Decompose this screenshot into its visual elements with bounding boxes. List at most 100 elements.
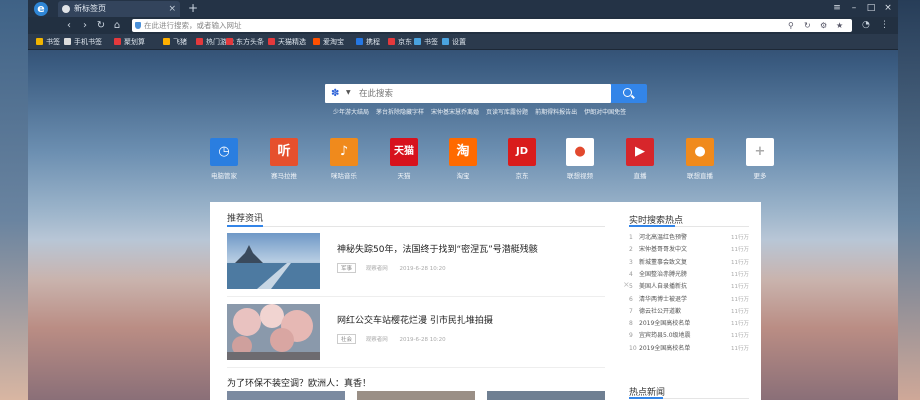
bookmark-item[interactable]: 手机书签 [64,34,102,50]
hot-search-text[interactable]: 德云社公开道歉 [639,308,681,315]
pc-manager-icon[interactable]: ◷ [210,138,238,166]
quick-site-item[interactable]: ▶ 直播 [612,138,668,180]
hot-search-item[interactable]: 8 2019全国高校名单 11行万 [629,318,749,330]
history-icon[interactable]: ◔ [862,17,870,34]
hot-search-text[interactable]: 河北高温红色预警 [639,234,687,241]
news-item[interactable]: 网红公交车站樱花烂漫 引市民扎堆拍摄 社会 观察者网 2019-6-28 10:… [227,304,605,362]
home-button[interactable]: ⌂ [110,17,124,34]
news-title[interactable]: 为了环保不装空调？欧洲人：真香！ [227,376,371,389]
hot-word-link[interactable]: 宋仲基宋慧乔离婚 [431,109,479,116]
quick-site-item[interactable]: ◷ 电脑管家 [196,138,252,180]
bookmark-item[interactable]: 东方头条 [226,34,264,50]
bookmark-item[interactable]: 书签 [414,34,438,50]
tab-new-tab[interactable]: 新标签页 × [58,1,180,17]
bookmark-item[interactable]: 聚划算 [114,34,145,50]
listen-app-icon[interactable]: 听 [270,138,298,166]
quick-site-item[interactable]: 天猫 天猫 [376,138,432,180]
hot-search-item[interactable]: 7 德云社公开道歉 11行万 [629,306,749,318]
search-button[interactable] [611,84,647,103]
hot-search-text[interactable]: 2019全国高校名单 [639,320,690,327]
hot-search-item[interactable]: 6 清华两博士被退学 11行万 [629,294,749,306]
hot-search-count: 11行万 [731,271,749,278]
address-bar[interactable]: 在此进行搜索，或者输入网址 ⚲ ↻ ⚙ ★ [132,19,852,32]
hot-word-link[interactable]: 伊朗对中国免签 [584,109,626,116]
quick-site-label: 联想视频 [567,172,593,180]
quick-site-item[interactable]: 淘淘宝 [435,138,491,180]
quick-site-item[interactable]: ● 联想视频 [552,138,608,180]
live-play-icon[interactable]: ▶ [626,138,654,166]
hot-search-text[interactable]: 宋仲基哥哥发中文 [639,246,687,253]
news-item[interactable]: 神秘失踪50年，法国终于找到“密涅瓦”号潜艇残骸 军事 观察者网 2019-6-… [227,233,605,291]
bookmark-label: 飞猪 [173,38,187,46]
news-title[interactable]: 神秘失踪50年，法国终于找到“密涅瓦”号潜艇残骸 [337,242,538,255]
bookmark-icon [356,38,363,45]
bookmark-item[interactable]: 设置 [442,34,466,50]
hot-word-link[interactable]: 前期得料报告出 [535,109,577,116]
tmall-icon[interactable]: 天猫 [390,138,418,166]
star-icon[interactable]: ★ [836,19,843,32]
news-title[interactable]: 网红公交车站樱花烂漫 引市民扎堆拍摄 [337,313,493,326]
search-icon[interactable]: ⚲ [788,19,794,32]
news-thumbnail[interactable] [227,391,345,400]
news-thumbnail[interactable] [227,304,320,360]
music-note-icon[interactable]: ♪ [330,138,358,166]
hot-search-text[interactable]: 新城董事会致文复 [639,259,687,266]
minimize-button[interactable]: – [846,1,862,16]
hot-search-item[interactable]: 9 宜宾筠县5.0级地震 11行万 [629,330,749,342]
recommended-title[interactable]: 推荐资讯 [227,211,263,224]
baidu-paw-icon[interactable]: ✽ [331,88,339,99]
chevron-down-icon[interactable]: ▼ [346,89,351,96]
hot-search-text[interactable]: 全国整治赤膊光膀 [639,271,687,278]
quick-site-item[interactable]: 听赛马拉推 [256,138,312,180]
refresh-icon[interactable]: ↻ [804,19,811,32]
quick-site-item[interactable]: + 更多 [732,138,788,180]
jd-icon[interactable]: JD [508,138,536,166]
hot-search-count: 11行万 [731,308,749,315]
hot-search-text[interactable]: 2019全国高校名单 [639,345,690,352]
bookmark-icon [114,38,121,45]
live-tv-icon[interactable]: ● [686,138,714,166]
menu-button[interactable]: ≡ [829,1,845,16]
forward-button[interactable]: › [78,17,92,34]
hot-search-item[interactable]: 5 美国人自录播新抗 11行万 [629,281,749,293]
hot-search-item[interactable]: 10 2019全国高校名单 11行万 [629,343,749,355]
new-tab-button[interactable]: + [188,1,198,15]
hot-search-count: 11行万 [731,345,749,352]
bookmark-item[interactable]: 天猫精选 [268,34,306,50]
taobao-icon[interactable]: 淘 [449,138,477,166]
quick-site-item[interactable]: ● 联想直播 [672,138,728,180]
maximize-button[interactable]: □ [863,1,879,16]
plus-icon[interactable]: + [746,138,774,166]
news-thumbnail[interactable] [487,391,605,400]
hot-search-text[interactable]: 清华两博士被退学 [639,296,687,303]
hot-search-count: 11行万 [731,321,749,328]
video-app-icon[interactable]: ● [566,138,594,166]
back-button[interactable]: ‹ [62,17,76,34]
quick-site-item[interactable]: JD 京东 [494,138,550,180]
news-thumbnail[interactable] [357,391,475,400]
bookmark-item[interactable]: 飞猪 [163,34,187,50]
hot-search-item[interactable]: 4 全国整治赤膊光膀 11行万 [629,269,749,281]
hot-word-link[interactable]: 茅台拆除隐藏字样 [376,109,424,116]
bookmark-item[interactable]: 爱淘宝 [313,34,344,50]
search-input[interactable] [359,86,599,101]
tab-close-icon[interactable]: × [168,1,176,17]
settings-icon[interactable]: ⚙ [820,19,827,32]
hot-search-item[interactable]: 2 宋仲基哥哥发中文 11行万 [629,244,749,256]
bookmark-item[interactable]: 书签 [36,34,60,50]
news-thumbnail[interactable] [227,233,320,289]
menu-icon[interactable]: ⋮ [880,17,889,34]
hot-word-link[interactable]: 页读写库露份题 [486,109,528,116]
close-window-button[interactable]: × [880,1,896,16]
bookmark-item[interactable]: 携程 [356,34,380,50]
reload-button[interactable]: ↻ [94,17,108,34]
hot-search-item[interactable]: 3 新城董事会致文复 11行万 [629,257,749,269]
hot-search-text[interactable]: 美国人自录播新抗 [639,283,687,290]
bookmark-icon [36,38,43,45]
hot-search-text[interactable]: 宜宾筠县5.0级地震 [639,332,691,339]
hot-search-item[interactable]: 1 河北高温红色预警 11行万 [629,232,749,244]
quick-site-label: 赛马拉推 [271,172,297,180]
quick-site-item[interactable]: ♪ 咪咕音乐 [316,138,372,180]
hot-word-link[interactable]: 少年游大结局 [333,109,369,116]
bookmark-item[interactable]: 京东 [388,34,412,50]
